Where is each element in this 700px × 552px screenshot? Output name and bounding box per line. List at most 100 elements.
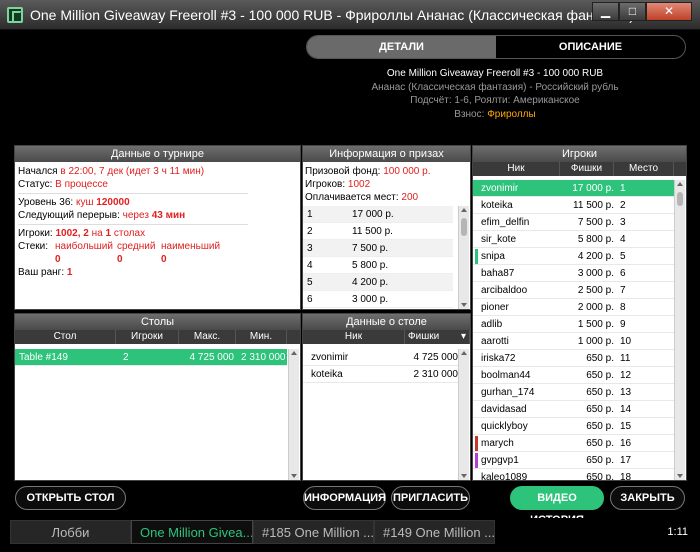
- player-nick: zvonimir: [481, 182, 519, 194]
- player-place: 13: [620, 386, 632, 398]
- close-window-button[interactable]: ✕: [646, 2, 692, 21]
- scroll-down-icon[interactable]: [461, 474, 467, 478]
- tab-table-185[interactable]: #185 One Million ...: [253, 520, 374, 544]
- divider: [18, 224, 248, 225]
- player-place: 9: [620, 318, 626, 330]
- player-nick: efim_delfin: [481, 216, 530, 228]
- player-nick: sir_kote: [481, 233, 517, 245]
- player-row[interactable]: boolman44 650 р. 12: [473, 367, 675, 384]
- table-data-panel: Данные о столе Ник Фишки ▾ zvonimir 4 72…: [302, 313, 471, 481]
- player-row[interactable]: quicklyboy 650 р. 15: [473, 418, 675, 435]
- tables-scrollbar[interactable]: [288, 349, 299, 480]
- player-place: 3: [620, 216, 626, 228]
- invite-button[interactable]: ПРИГЛАСИТЬ: [391, 486, 470, 510]
- player-row[interactable]: snipa 4 200 р. 5: [473, 248, 675, 265]
- player-chips: 5 800 р.: [577, 233, 614, 245]
- tab-details[interactable]: ДЕТАЛИ: [307, 36, 496, 58]
- tournament-data-panel: Данные о турнире Начался в 22:00, 7 дек …: [14, 145, 301, 310]
- scroll-down-icon[interactable]: [677, 474, 683, 478]
- player-place: 15: [620, 420, 632, 432]
- col-chips[interactable]: Фишки ▾: [405, 330, 470, 344]
- sort-down-icon: ▾: [460, 331, 466, 342]
- prize-scrollbar[interactable]: [458, 206, 469, 309]
- scroll-down-icon[interactable]: [461, 303, 467, 307]
- player-row[interactable]: gurhan_174 650 р. 13: [473, 384, 675, 401]
- player-chips: 650 р.: [586, 352, 614, 364]
- player-nick: snipa: [481, 250, 505, 262]
- scroll-up-icon[interactable]: [677, 182, 683, 186]
- player-place: 4: [620, 233, 626, 245]
- info-button[interactable]: ИНФОРМАЦИЯ: [303, 486, 386, 510]
- player-nick: baha87: [481, 267, 515, 279]
- player-row[interactable]: arcibaldoo 2 500 р. 7: [473, 282, 675, 299]
- player-row[interactable]: kaleo1089 650 р. 18: [473, 469, 675, 481]
- table-row[interactable]: Table #149 2 4 725 000 2 310 000: [15, 349, 287, 366]
- prize-info-header: Информация о призах: [303, 146, 470, 162]
- scroll-thumb[interactable]: [461, 218, 467, 236]
- scroll-down-icon[interactable]: [291, 474, 297, 478]
- player-chips: 1 000 р.: [577, 335, 614, 347]
- player-chips: 2 500 р.: [577, 284, 614, 296]
- player-chips: 650 р.: [586, 437, 614, 449]
- player-nick: pioner: [481, 301, 509, 313]
- maximize-button[interactable]: □: [619, 2, 646, 21]
- player-place: 18: [620, 471, 632, 481]
- player-marker-icon: [475, 453, 478, 468]
- minimize-button[interactable]: ▁: [592, 2, 619, 21]
- video-history-button[interactable]: ВИДЕО ИСТОРИЯ: [510, 486, 604, 526]
- title-bar[interactable]: One Million Giveaway Freeroll #3 - 100 0…: [0, 0, 700, 30]
- player-row[interactable]: pioner 2 000 р. 8: [473, 299, 675, 316]
- col-nick[interactable]: Ник: [303, 330, 405, 344]
- player-row[interactable]: gvpgvp1 650 р. 17: [473, 452, 675, 469]
- player-row[interactable]: sir_kote 5 800 р. 4: [473, 231, 675, 248]
- scroll-thumb[interactable]: [677, 192, 683, 206]
- scroll-up-icon[interactable]: [461, 351, 467, 355]
- player-row[interactable]: efim_delfin 7 500 р. 3: [473, 214, 675, 231]
- player-nick: kaleo1089: [481, 471, 528, 481]
- players-columns: Ник Фишки Место: [473, 162, 686, 176]
- col-min[interactable]: Мин.: [236, 330, 287, 344]
- player-nick: gurhan_174: [481, 386, 535, 398]
- player-place: 14: [620, 403, 632, 415]
- table-player-row[interactable]: zvonimir 4 725 000: [303, 349, 458, 366]
- player-row[interactable]: aarotti 1 000 р. 10: [473, 333, 675, 350]
- col-nick[interactable]: Ник: [473, 162, 560, 176]
- app-logo-icon: [7, 7, 23, 23]
- tab-table-149[interactable]: #149 One Million ...: [374, 520, 495, 544]
- player-row[interactable]: zvonimir 17 000 р. 1: [473, 180, 675, 197]
- player-chips: 7 500 р.: [577, 216, 614, 228]
- paid-places-line: Оплачивается мест: 200: [305, 192, 419, 203]
- player-row[interactable]: baha87 3 000 р. 6: [473, 265, 675, 282]
- scroll-up-icon[interactable]: [291, 351, 297, 355]
- player-nick: gvpgvp1: [481, 454, 519, 466]
- prize-row: 37 500 р.: [303, 240, 453, 257]
- player-chips: 3 000 р.: [577, 267, 614, 279]
- tab-lobby[interactable]: Лобби: [10, 520, 131, 544]
- col-table[interactable]: Стол: [15, 330, 116, 344]
- col-max[interactable]: Макс.: [179, 330, 236, 344]
- player-row[interactable]: adlib 1 500 р. 9: [473, 316, 675, 333]
- col-players[interactable]: Игроки: [116, 330, 179, 344]
- tab-description[interactable]: ОПИСАНИЕ: [496, 36, 685, 58]
- close-button[interactable]: ЗАКРЫТЬ: [610, 486, 685, 510]
- rank-line: Ваш ранг: 1: [18, 267, 73, 278]
- players-scrollbar[interactable]: [674, 180, 685, 480]
- player-place: 8: [620, 301, 626, 313]
- tournament-name: One Million Giveaway Freeroll #3 - 100 0…: [386, 68, 604, 79]
- player-place: 17: [620, 454, 632, 466]
- prize-row: 2 11 500 р.: [303, 223, 453, 240]
- player-row[interactable]: marych 650 р. 16: [473, 435, 675, 452]
- player-nick: aarotti: [481, 335, 509, 347]
- window-controls: ▁ □ ✕: [592, 2, 692, 21]
- player-row[interactable]: davidasad 650 р. 14: [473, 401, 675, 418]
- table-data-scrollbar[interactable]: [458, 349, 469, 480]
- table-player-row[interactable]: koteika 2 310 000: [303, 366, 458, 383]
- open-table-button[interactable]: ОТКРЫТЬ СТОЛ: [15, 486, 126, 510]
- stack-largest-value: 0: [55, 254, 61, 265]
- tab-tournament[interactable]: One Million Givea...: [131, 520, 253, 544]
- col-chips[interactable]: Фишки: [560, 162, 614, 176]
- scroll-up-icon[interactable]: [461, 208, 467, 212]
- player-row[interactable]: iriska72 650 р. 11: [473, 350, 675, 367]
- player-row[interactable]: koteika 11 500 р. 2: [473, 197, 675, 214]
- col-place[interactable]: Место: [614, 162, 674, 176]
